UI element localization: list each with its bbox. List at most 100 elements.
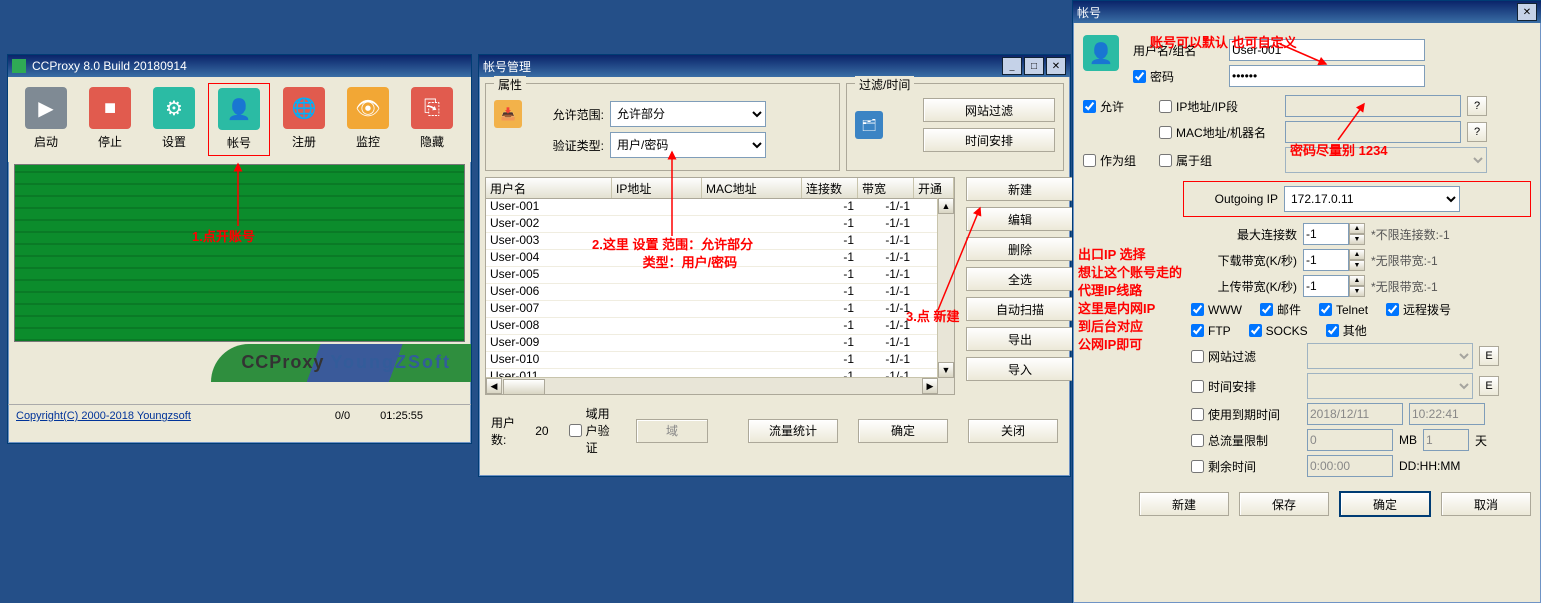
side-button-2[interactable]: 删除 [966,237,1074,261]
maximize-button[interactable]: □ [1024,57,1044,75]
col-header[interactable]: MAC地址 [702,178,802,198]
toolbar-stop-button[interactable]: ■停止 [80,83,140,156]
side-button-4[interactable]: 自动扫描 [966,297,1074,321]
cell: -1 [802,267,858,283]
acct-close-button[interactable]: ✕ [1517,3,1537,21]
minimize-button[interactable]: _ [1002,57,1022,75]
table-row[interactable]: User-006-1-1/-11 [486,284,954,301]
webfilter-button[interactable]: 网站过滤 [923,98,1055,122]
status-count: 0/0 [335,410,350,422]
toolbar-gear-button[interactable]: ⚙设置 [144,83,204,156]
mail-checkbox[interactable]: 邮件 [1260,301,1301,318]
cell [702,318,802,334]
toolbar-globe-button[interactable]: 🌐注册 [274,83,334,156]
table-vscroll[interactable]: ▲ ▼ [937,198,954,394]
table-row[interactable]: User-008-1-1/-11 [486,318,954,335]
col-header[interactable]: 带宽 [858,178,914,198]
col-header[interactable]: 连接数 [802,178,858,198]
ingroup-checkbox[interactable]: 属于组 [1159,152,1279,169]
copyright-link[interactable]: Copyright(C) 2000-2018 Youngzsoft [16,410,191,422]
allow-checkbox[interactable]: 允许 [1083,98,1153,115]
side-button-5[interactable]: 导出 [966,327,1074,351]
table-row[interactable]: User-003-1-1/-11 [486,233,954,250]
acct-ok-button[interactable]: 确定 [1339,491,1431,517]
acct-save-button[interactable]: 保存 [1239,492,1329,516]
ftp-checkbox[interactable]: FTP [1191,324,1231,338]
username-input[interactable] [1229,39,1425,61]
side-button-3[interactable]: 全选 [966,267,1074,291]
vscroll-down[interactable]: ▼ [938,362,954,378]
ip-checkbox[interactable]: IP地址/IP段 [1159,98,1279,115]
toolbar-user-button[interactable]: 👤帐号 [208,83,270,156]
mgr-titlebar[interactable]: 帐号管理 _ □ ✕ [479,55,1070,77]
quota-checkbox[interactable]: 总流量限制 [1191,432,1301,449]
table-row[interactable]: User-001-1-1/-11 [486,199,954,216]
vscroll-up[interactable]: ▲ [938,198,954,214]
maxconn-input[interactable] [1303,223,1349,245]
schedule-button[interactable]: 时间安排 [923,128,1055,152]
webfilter-checkbox[interactable]: 网站过滤 [1191,348,1301,365]
password-input[interactable] [1229,65,1425,87]
mgr-ok-button[interactable]: 确定 [858,419,948,443]
mac-checkbox[interactable]: MAC地址/机器名 [1159,124,1279,141]
maxconn-label: 最大连接数 [1197,226,1297,243]
quota-days-input [1423,429,1469,451]
scope-select[interactable]: 允许部分 [610,101,766,127]
side-button-6[interactable]: 导入 [966,357,1074,381]
table-hscroll[interactable]: ◀ ▶ [486,377,938,394]
cell [612,301,702,317]
table-row[interactable]: User-009-1-1/-11 [486,335,954,352]
dlbw-spinner[interactable]: ▲▼ [1349,249,1365,271]
table-row[interactable]: User-005-1-1/-11 [486,267,954,284]
side-button-0[interactable]: 新建 [966,177,1074,201]
telnet-checkbox[interactable]: Telnet [1319,303,1368,317]
schedule-checkbox[interactable]: 时间安排 [1191,378,1301,395]
www-checkbox[interactable]: WWW [1191,303,1242,317]
table-row[interactable]: User-007-1-1/-11 [486,301,954,318]
toolbar-play-button[interactable]: ▶启动 [16,83,76,156]
flow-stats-button[interactable]: 流量统计 [748,419,838,443]
table-row[interactable]: User-002-1-1/-11 [486,216,954,233]
table-row[interactable]: User-010-1-1/-11 [486,352,954,369]
dial-checkbox[interactable]: 远程拨号 [1386,301,1451,318]
side-button-1[interactable]: 编辑 [966,207,1074,231]
webfilter-edit-button[interactable]: E [1479,346,1499,366]
asgroup-checkbox[interactable]: 作为组 [1083,152,1153,169]
col-header[interactable]: 开通 [914,178,954,198]
mac-help-button[interactable]: ? [1467,122,1487,142]
toolbar-label: 设置 [162,133,186,150]
socks-checkbox[interactable]: SOCKS [1249,324,1308,338]
hscroll-thumb[interactable] [503,379,545,395]
cell: User-008 [486,318,612,334]
col-header[interactable]: IP地址 [612,178,702,198]
mgr-cancel-button[interactable]: 关闭 [968,419,1058,443]
dlbw-input[interactable] [1303,249,1349,271]
ip-help-button[interactable]: ? [1467,96,1487,116]
expire-checkbox[interactable]: 使用到期时间 [1191,406,1301,423]
other-checkbox[interactable]: 其他 [1326,322,1367,339]
password-checkbox[interactable]: 密码 [1133,68,1223,85]
ulbw-input[interactable] [1303,275,1349,297]
outgoing-ip-select[interactable]: 172.17.0.11 [1284,186,1460,212]
ddhhmm-label: DD:HH:MM [1399,459,1460,473]
filter-icon: 🗂 [855,111,883,139]
remain-checkbox[interactable]: 剩余时间 [1191,458,1301,475]
hscroll-right[interactable]: ▶ [922,378,938,394]
acct-cancel-button[interactable]: 取消 [1441,492,1531,516]
hscroll-left[interactable]: ◀ [486,378,502,394]
main-window: CCProxy 8.0 Build 20180914 ▶启动■停止⚙设置👤帐号🌐… [7,54,472,444]
col-header[interactable]: 用户名 [486,178,612,198]
main-titlebar[interactable]: CCProxy 8.0 Build 20180914 [8,55,471,77]
ulbw-spinner[interactable]: ▲▼ [1349,275,1365,297]
acct-titlebar[interactable]: 帐号 ✕ [1073,1,1541,23]
table-row[interactable]: User-004-1-1/-11 [486,250,954,267]
close-button[interactable]: ✕ [1046,57,1066,75]
user-table[interactable]: 用户名IP地址MAC地址连接数带宽开通 User-001-1-1/-11User… [485,177,955,395]
auth-select[interactable]: 用户/密码 [610,132,766,158]
acct-new-button[interactable]: 新建 [1139,492,1229,516]
toolbar-eye-button[interactable]: 👁监控 [338,83,398,156]
schedule-edit-button[interactable]: E [1479,376,1499,396]
domain-auth-checkbox[interactable]: 域用户验证 [569,405,616,456]
toolbar-hide-button[interactable]: ⎘隐藏 [402,83,462,156]
maxconn-spinner[interactable]: ▲▼ [1349,223,1365,245]
